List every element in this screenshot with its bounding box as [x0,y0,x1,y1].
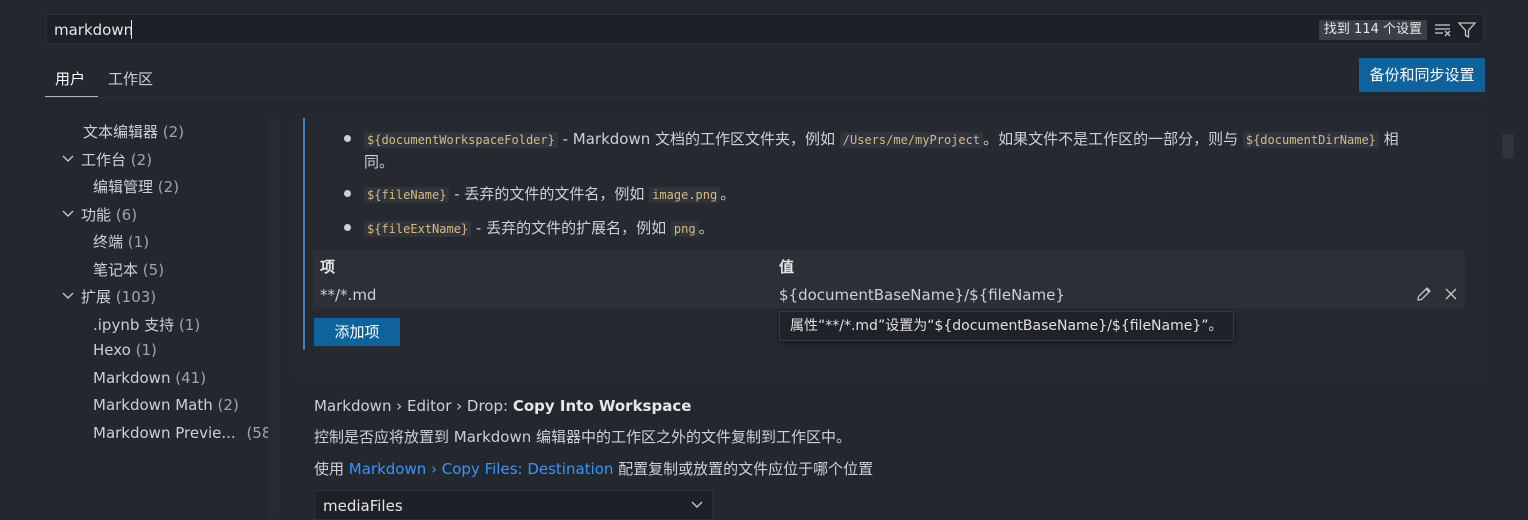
sidebar-item-terminal[interactable]: 终端 (1) [93,231,149,252]
active-tab-indicator [45,96,98,97]
bullet-text: 相 [1378,130,1399,148]
sidebar-item-hexo[interactable]: Hexo (1) [93,341,157,359]
setting-description-secondary: 使用 Markdown › Copy Files: Destination 配置… [314,458,873,479]
chevron-down-icon [62,210,74,217]
select-value: mediaFiles [323,497,403,515]
sidebar-item-label: .ipynb 支持 [93,316,175,334]
sidebar-item-text-editor[interactable]: 文本编辑器 (2) [83,121,184,142]
sidebar-item-editor-management[interactable]: 编辑管理 (2) [93,176,179,197]
copy-into-workspace-select[interactable]: mediaFiles [314,490,713,520]
sidebar-item-workbench[interactable]: 工作台 (2) [61,149,152,170]
search-input[interactable]: markdown 找到 114 个设置 [46,14,1484,44]
sidebar-item-count: (103) [115,288,157,306]
sidebar-item-markdown[interactable]: Markdown (41) [93,369,206,387]
desc-text: 配置复制或放置的文件应位于哪个位置 [613,460,874,478]
sidebar-item-count: (41) [175,369,207,387]
bullet-text: - 丢弃的文件的扩展名，例如 [471,219,671,237]
code-token: png [670,221,699,237]
bullet-dot [344,224,351,231]
sidebar-item-label: Markdown Math [93,396,213,414]
sidebar-item-count: (5) [142,261,165,279]
chevron-down-icon [62,292,74,299]
sidebar-item-extensions[interactable]: 扩展 (103) [61,286,156,307]
sidebar-item-label: 扩展 [81,288,112,306]
sidebar-item-label: 终端 [93,233,124,251]
sidebar-item-notebook[interactable]: 笔记本 (5) [93,259,164,280]
chevron-down-icon [62,155,74,162]
filter-icon[interactable] [1457,20,1477,40]
bullet-file-ext-name: ${fileExtName} - 丢弃的文件的扩展名，例如 png。 [364,217,714,240]
setting-name: Copy Into Workspace [512,397,692,415]
sidebar-item-label: Markdown [93,369,171,387]
focus-indicator [303,118,305,350]
setting-description: 控制是否应将放置到 Markdown 编辑器中的工作区之外的文件复制到工作区中。 [314,428,852,446]
bullet-file-name: ${fileName} - 丢弃的文件的文件名，例如 image.png。 [364,183,735,206]
sidebar-item-count: (2) [217,396,239,414]
add-item-button[interactable]: 添加项 [314,318,400,346]
sidebar-scrollbar-track [268,118,280,519]
sidebar-item-label: 工作台 [81,151,127,169]
bullet-continuation: 同。 [364,153,395,171]
code-token: ${documentWorkspaceFolder} [364,132,558,148]
close-icon[interactable] [1442,285,1460,303]
setting-title: Markdown › Editor › Drop: Copy Into Work… [314,397,691,415]
setting-category: Markdown › Editor › Drop: [314,397,513,415]
bullet-text: - Markdown 文档的工作区文件夹，例如 [557,130,840,148]
tab-user[interactable]: 用户 [55,68,85,96]
sidebar-item-count: (1) [127,233,150,251]
table-row-item[interactable]: **/*.md [320,286,376,304]
bullet-document-workspace-folder: ${documentWorkspaceFolder} - Markdown 文档… [364,128,1464,151]
code-token: /Users/me/myProject [839,132,984,148]
sidebar-item-ipynb[interactable]: .ipynb 支持 (1) [93,314,200,335]
copy-files-destination-link[interactable]: Markdown › Copy Files: Destination [349,460,614,478]
chevron-down-icon [690,498,704,512]
scrollbar-thumb[interactable] [1502,134,1514,158]
sidebar-item-label: 文本编辑器 [83,123,159,141]
sidebar-item-count: (2) [130,151,153,169]
sidebar-item-count: (1) [135,341,157,359]
sidebar-item-label: Markdown Previe... [93,424,236,442]
sidebar-item-count: (1) [178,316,201,334]
table-row-value[interactable]: ${documentBaseName}/${fileName} [779,286,1065,304]
sidebar-item-count: (6) [115,206,138,224]
code-token: ${fileExtName} [364,221,472,237]
value-tooltip: 属性“**/*.md”设置为“${documentBaseName}/${fil… [779,311,1234,341]
sidebar-item-label: 编辑管理 [93,178,154,196]
sidebar-item-count: (2) [162,123,185,141]
sidebar-item-label: 笔记本 [93,261,139,279]
code-token: ${documentDirName} [1242,132,1379,148]
header-divider [45,97,1485,98]
search-query[interactable]: markdown [54,21,133,39]
bullet-dot [344,190,351,197]
bullet-dot [344,135,351,142]
sidebar-item-features[interactable]: 功能 (6) [61,204,137,225]
sidebar-item-label: 功能 [81,206,112,224]
edit-pencil-icon[interactable] [1414,284,1434,304]
sidebar-item-label: Hexo [93,341,131,359]
table-header-value: 值 [779,258,795,276]
backup-sync-settings-button[interactable]: 备份和同步设置 [1359,58,1485,92]
code-token: ${fileName} [364,187,450,203]
tab-workspace[interactable]: 工作区 [108,68,153,96]
result-count-badge: 找到 114 个设置 [1318,20,1427,40]
desc-text: 使用 [314,460,349,478]
sidebar-item-count: (2) [157,178,180,196]
bullet-text: 。如果文件不是工作区的一部分，则与 [983,130,1243,148]
bullet-text: 。 [698,219,714,237]
bullet-text: 。 [720,185,736,203]
text-caret [131,20,132,39]
code-token: image.png [649,187,721,203]
sidebar-item-markdown-preview[interactable]: Markdown Previe... (58) [93,424,277,442]
clear-filter-icon[interactable] [1433,20,1453,40]
bullet-text: - 丢弃的文件的文件名，例如 [449,185,650,203]
table-header-item: 项 [320,258,336,276]
sidebar-item-markdown-math[interactable]: Markdown Math (2) [93,396,239,414]
